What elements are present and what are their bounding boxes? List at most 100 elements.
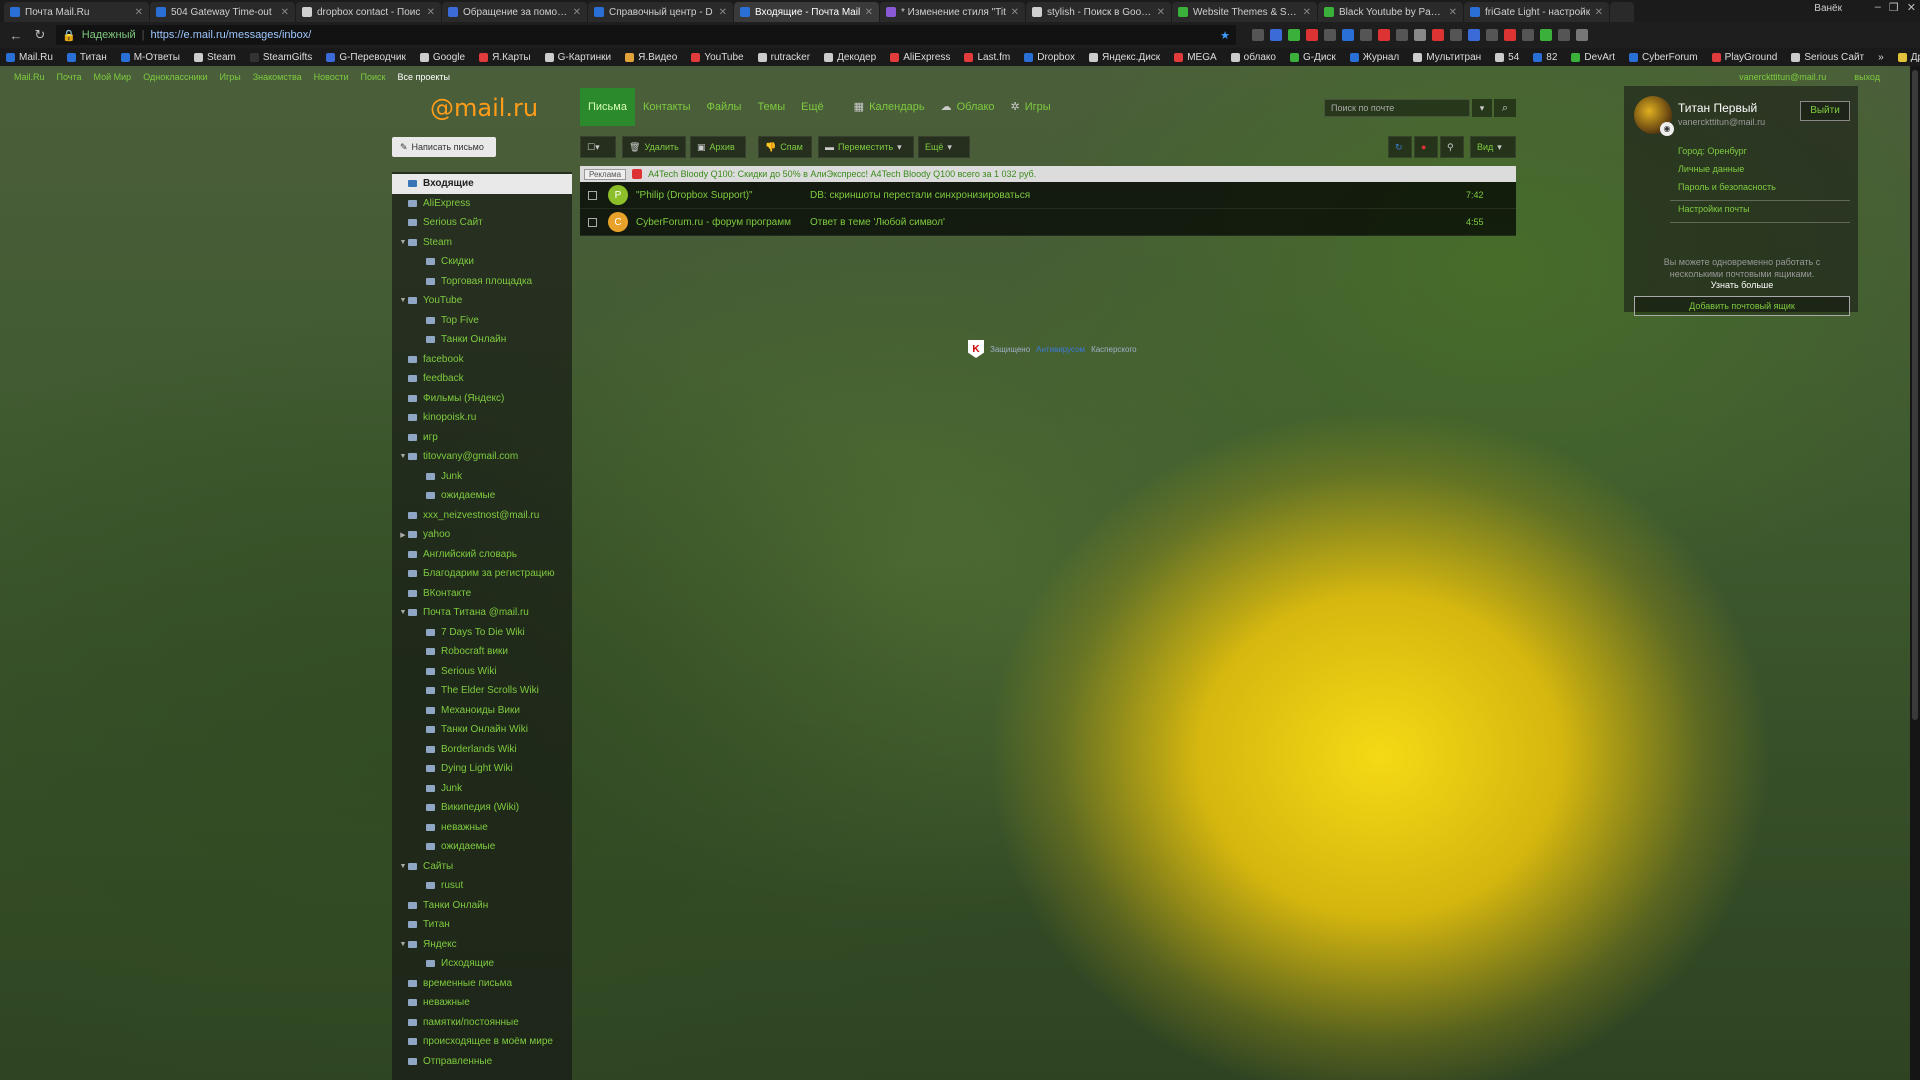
folder-item[interactable]: ▼ titovvany@gmail.com	[392, 447, 572, 467]
folder-item[interactable]: feedback	[392, 369, 572, 389]
extension-icon[interactable]	[1468, 29, 1480, 41]
folder-item[interactable]: Танки Онлайн	[392, 896, 572, 916]
collapse-icon[interactable]: ▼	[398, 863, 408, 870]
bookmark-item[interactable]: rutracker	[757, 52, 810, 63]
portal-nav-link[interactable]: Одноклассники	[143, 72, 207, 82]
page-scrollbar[interactable]	[1910, 66, 1920, 1080]
extension-icon[interactable]	[1252, 29, 1264, 41]
folder-item[interactable]: Serious Wiki	[392, 662, 572, 682]
main-nav-item[interactable]: Темы	[749, 88, 793, 126]
collapse-icon[interactable]: ▼	[398, 297, 408, 304]
folder-item[interactable]: Borderlands Wiki	[392, 740, 572, 760]
extension-icon[interactable]	[1342, 29, 1354, 41]
extension-icon[interactable]	[1504, 29, 1516, 41]
bookmark-item[interactable]: М-Ответы	[120, 52, 180, 63]
bookmark-item[interactable]: CyberForum	[1628, 52, 1698, 63]
portal-nav-link[interactable]: Почта	[57, 72, 82, 82]
delete-button[interactable]: 🗑 Удалить	[622, 136, 686, 158]
archive-button[interactable]: ▣ Архив	[690, 136, 746, 158]
extension-icon[interactable]	[1396, 29, 1408, 41]
folder-item[interactable]: Танки Онлайн Wiki	[392, 720, 572, 740]
extension-icon[interactable]	[1288, 29, 1300, 41]
folder-item[interactable]: Английский словарь	[392, 545, 572, 565]
folder-item[interactable]: Dying Light Wiki	[392, 759, 572, 779]
close-window-icon[interactable]: ✕	[1907, 1, 1916, 14]
cloud-link[interactable]: ☁ Облако	[933, 88, 1003, 126]
main-nav-item[interactable]: Файлы	[698, 88, 749, 126]
close-tab-icon[interactable]: ✕	[719, 7, 727, 18]
back-icon[interactable]: ←	[8, 28, 24, 43]
folder-item[interactable]: ожидаемые	[392, 837, 572, 857]
folder-item[interactable]: неважные	[392, 993, 572, 1013]
extension-icon[interactable]	[1450, 29, 1462, 41]
folder-item[interactable]: Скидки	[392, 252, 572, 272]
folder-item[interactable]: The Elder Scrolls Wiki	[392, 681, 572, 701]
folder-item[interactable]: происходящее в моём мире	[392, 1032, 572, 1052]
folder-item[interactable]: Благодарим за регистрацию	[392, 564, 572, 584]
browser-tab[interactable]: friGate Light - настройк ✕	[1464, 2, 1609, 22]
add-mailbox-button[interactable]: Добавить почтовый ящик	[1634, 296, 1850, 316]
bookmark-item[interactable]: Mail.Ru	[6, 52, 53, 63]
folder-item[interactable]: игр	[392, 428, 572, 448]
portal-nav-link[interactable]: Новости	[314, 72, 349, 82]
folder-item[interactable]: Танки Онлайн	[392, 330, 572, 350]
folder-item[interactable]: Исходящие	[392, 954, 572, 974]
new-tab-button[interactable]	[1610, 2, 1634, 22]
bookmark-item[interactable]: G-Диск	[1289, 52, 1336, 63]
portal-nav-link[interactable]: Mail.Ru	[14, 72, 45, 82]
extension-icon[interactable]	[1324, 29, 1336, 41]
user-city[interactable]: Город: Оренбург	[1678, 146, 1747, 156]
move-button[interactable]: ▬ Переместить ▾	[818, 136, 914, 158]
folder-item[interactable]: ▼ Сайты	[392, 857, 572, 877]
browser-tab[interactable]: dropbox contact - Поис ✕	[296, 2, 441, 22]
portal-nav-link[interactable]: Все проекты	[397, 72, 450, 82]
camera-icon[interactable]: ◉	[1660, 122, 1674, 136]
games-link[interactable]: ✲ Игры	[1003, 88, 1059, 126]
bookmark-item[interactable]: Dropbox	[1024, 52, 1075, 63]
collapse-icon[interactable]: ▼	[398, 609, 408, 616]
folder-item[interactable]: 7 Days To Die Wiki	[392, 623, 572, 643]
folder-item[interactable]: Top Five	[392, 311, 572, 331]
browser-tab[interactable]: Почта Mail.Ru ✕	[4, 2, 149, 22]
spam-button[interactable]: 👎 Спам	[758, 136, 812, 158]
scroll-thumb[interactable]	[1912, 70, 1918, 720]
bookmark-item[interactable]: Я.Карты	[479, 52, 531, 63]
collapse-icon[interactable]: ▼	[398, 239, 408, 246]
extension-icon[interactable]	[1540, 29, 1552, 41]
bookmark-item[interactable]: Google	[419, 52, 465, 63]
logout-button[interactable]: Выйти	[1800, 101, 1850, 121]
folder-item[interactable]: ▶ yahoo	[392, 525, 572, 545]
collapse-icon[interactable]: ▼	[398, 453, 408, 460]
extension-icon[interactable]	[1486, 29, 1498, 41]
folder-item[interactable]: памятки/постоянные	[392, 1013, 572, 1033]
minimize-icon[interactable]: –	[1875, 1, 1881, 14]
extension-icon[interactable]	[1306, 29, 1318, 41]
bookmark-item[interactable]: Журнал	[1349, 52, 1399, 63]
portal-user-email[interactable]: vanerckttitun@mail.ru	[1739, 72, 1826, 82]
folder-item[interactable]: ▼ Яндекс	[392, 935, 572, 955]
extension-icon[interactable]	[1360, 29, 1372, 41]
folder-item[interactable]: rusut	[392, 876, 572, 896]
bookmark-item[interactable]: 82	[1533, 52, 1557, 63]
main-nav-item[interactable]: Письма	[580, 88, 635, 126]
bookmark-item[interactable]: 54	[1495, 52, 1519, 63]
bookmark-item[interactable]: Serious Сайт	[1791, 52, 1864, 63]
bookmark-item[interactable]: Титан	[66, 52, 107, 63]
bookmark-item[interactable]: Steam	[193, 52, 236, 63]
portal-logout-link[interactable]: выход	[1854, 72, 1880, 82]
bookmark-item[interactable]: G-Картинки	[544, 52, 611, 63]
bookmark-item[interactable]: Я.Видео	[625, 52, 677, 63]
bookmark-item[interactable]: Яндекс.Диск	[1089, 52, 1160, 63]
reload-icon[interactable]: ↻	[32, 27, 48, 43]
folder-item[interactable]: Фильмы (Яндекс)	[392, 389, 572, 409]
window-user-label[interactable]: Ванёк	[1814, 3, 1842, 14]
folder-item[interactable]: Robocraft вики	[392, 642, 572, 662]
close-tab-icon[interactable]: ✕	[1449, 7, 1457, 18]
folder-item[interactable]: Junk	[392, 467, 572, 487]
close-tab-icon[interactable]: ✕	[427, 7, 435, 18]
browser-tab[interactable]: Входящие - Почта Mail ✕	[734, 2, 879, 22]
browser-tab[interactable]: Website Themes & Skin ✕	[1172, 2, 1317, 22]
close-tab-icon[interactable]: ✕	[1157, 7, 1165, 18]
bookmark-star-icon[interactable]: ★	[1220, 29, 1230, 42]
folder-item[interactable]: ▼ YouTube	[392, 291, 572, 311]
